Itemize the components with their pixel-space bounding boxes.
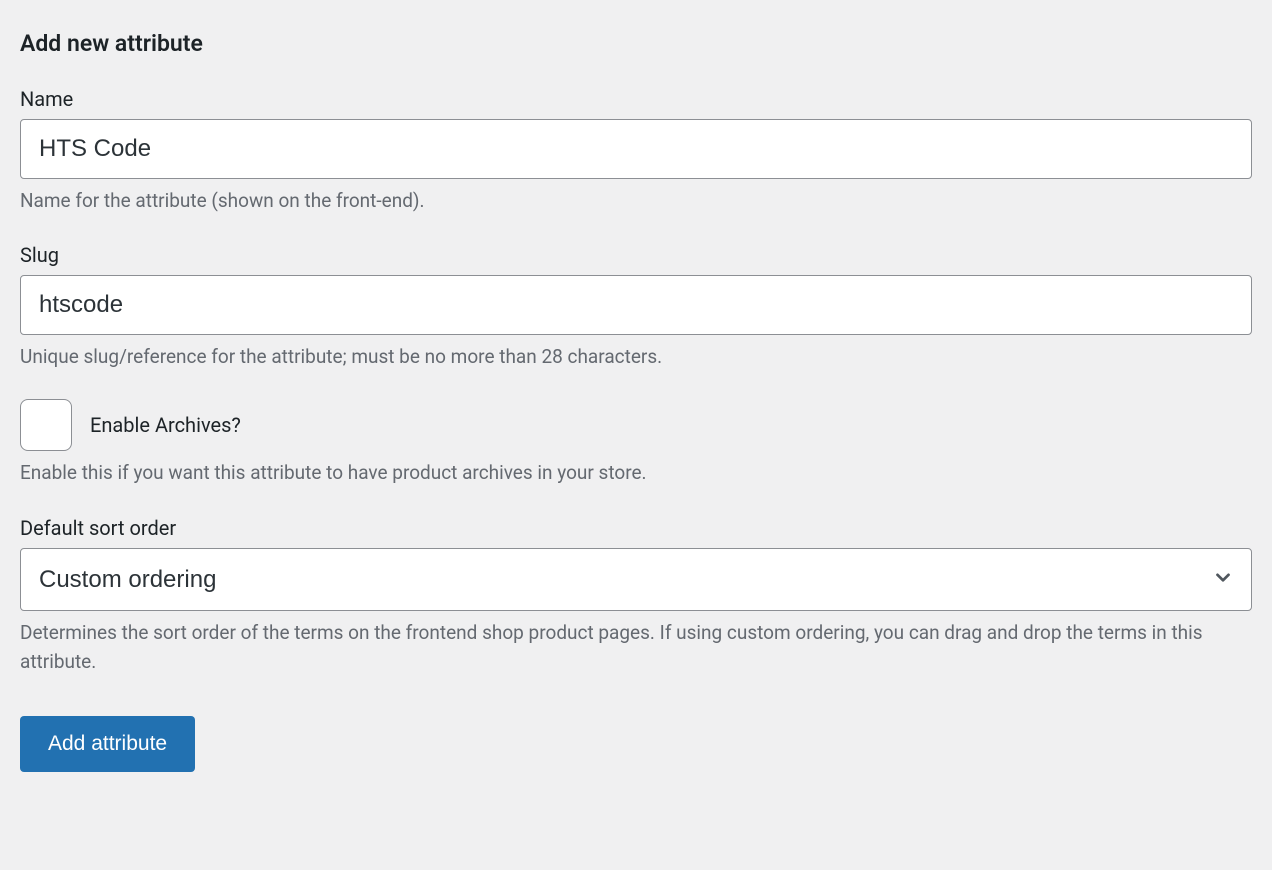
archives-field-group: Enable Archives? Enable this if you want…: [20, 399, 1252, 488]
slug-field-group: Slug Unique slug/reference for the attri…: [20, 243, 1252, 371]
name-input[interactable]: [20, 119, 1252, 179]
sort-order-label: Default sort order: [20, 516, 1252, 540]
sort-order-select-wrapper: Custom ordering: [20, 548, 1252, 612]
add-attribute-button[interactable]: Add attribute: [20, 716, 195, 772]
archives-checkbox-row: Enable Archives?: [20, 399, 1252, 451]
name-description: Name for the attribute (shown on the fro…: [20, 187, 1252, 216]
enable-archives-checkbox[interactable]: [20, 399, 72, 451]
sort-order-select[interactable]: Custom ordering: [20, 548, 1252, 612]
form-title: Add new attribute: [20, 30, 1252, 57]
slug-input[interactable]: [20, 275, 1252, 335]
archives-description: Enable this if you want this attribute t…: [20, 459, 1252, 488]
slug-label: Slug: [20, 243, 1252, 267]
sort-order-description: Determines the sort order of the terms o…: [20, 619, 1252, 676]
name-field-group: Name Name for the attribute (shown on th…: [20, 87, 1252, 215]
sort-order-field-group: Default sort order Custom ordering Deter…: [20, 516, 1252, 677]
name-label: Name: [20, 87, 1252, 111]
add-attribute-form: Add new attribute Name Name for the attr…: [20, 30, 1252, 772]
archives-label: Enable Archives?: [90, 413, 241, 437]
slug-description: Unique slug/reference for the attribute;…: [20, 343, 1252, 372]
